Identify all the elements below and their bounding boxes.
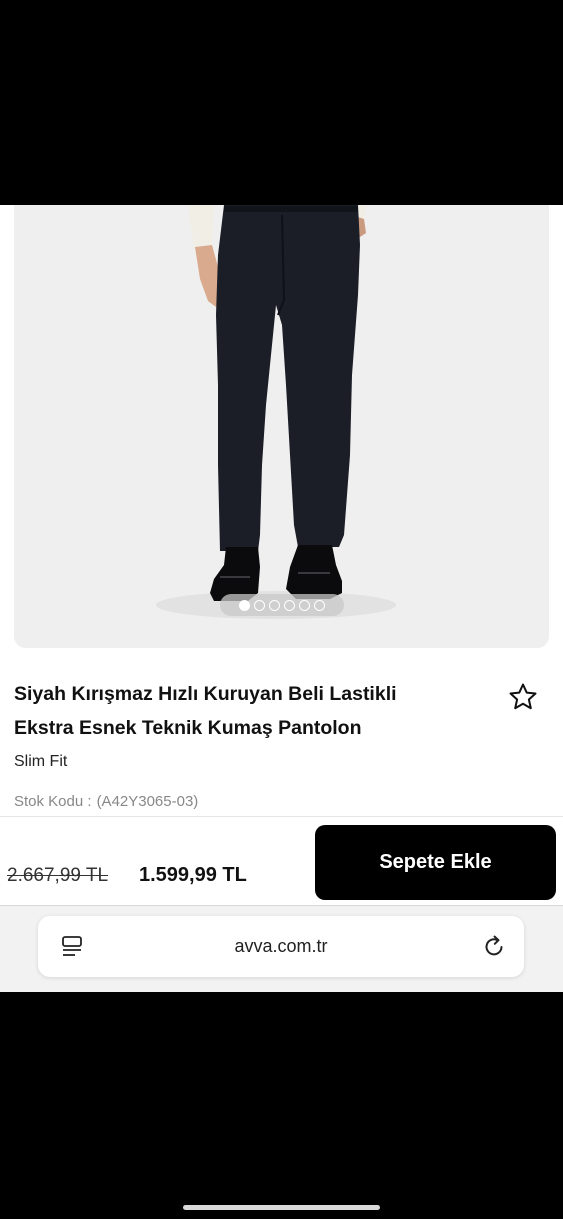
original-price: 2.667,99 TL [7, 865, 109, 886]
product-page: Siyah Kırışmaz Hızlı Kuruyan Beli Lastik… [0, 205, 563, 992]
gallery-dot[interactable] [284, 599, 295, 611]
product-title-line-2: Ekstra Esnek Teknik Kumaş Pantolon [14, 717, 362, 739]
reload-button[interactable] [482, 933, 506, 959]
address-bar[interactable]: avva.com.tr [38, 916, 524, 977]
stock-code-label: Stok Kodu : [14, 793, 92, 810]
sale-price: 1.599,99 TL [139, 864, 247, 886]
browser-toolbar: avva.com.tr [0, 906, 563, 992]
product-image-gallery[interactable] [14, 205, 549, 648]
gallery-dot[interactable] [269, 599, 280, 611]
url-text[interactable]: avva.com.tr [38, 936, 524, 957]
add-to-cart-button[interactable]: Sepete Ekle [315, 825, 556, 900]
gallery-dot[interactable] [314, 599, 325, 611]
home-indicator[interactable] [183, 1205, 380, 1210]
product-photo [14, 205, 549, 648]
gallery-dot[interactable] [299, 599, 310, 611]
gallery-dot[interactable] [239, 599, 250, 611]
gallery-dot[interactable] [254, 599, 265, 611]
screen-top-black-bar [0, 0, 563, 205]
stock-code-value: (A42Y3065-03) [96, 793, 199, 810]
product-title: Siyah Kırışmaz Hızlı Kuruyan Beli Lastik… [14, 677, 484, 745]
stock-code: Stok Kodu : (A42Y3065-03) [14, 793, 198, 810]
fit-type: Slim Fit [14, 753, 68, 770]
product-title-line-1: Siyah Kırışmaz Hızlı Kuruyan Beli Lastik… [14, 683, 397, 705]
star-icon [509, 683, 537, 710]
gallery-pagination-dots[interactable] [220, 594, 344, 616]
reload-icon [485, 935, 503, 956]
purchase-bar: 2.667,99 TL 1.599,99 TL Sepete Ekle [0, 816, 563, 906]
favorite-button[interactable] [507, 681, 539, 713]
